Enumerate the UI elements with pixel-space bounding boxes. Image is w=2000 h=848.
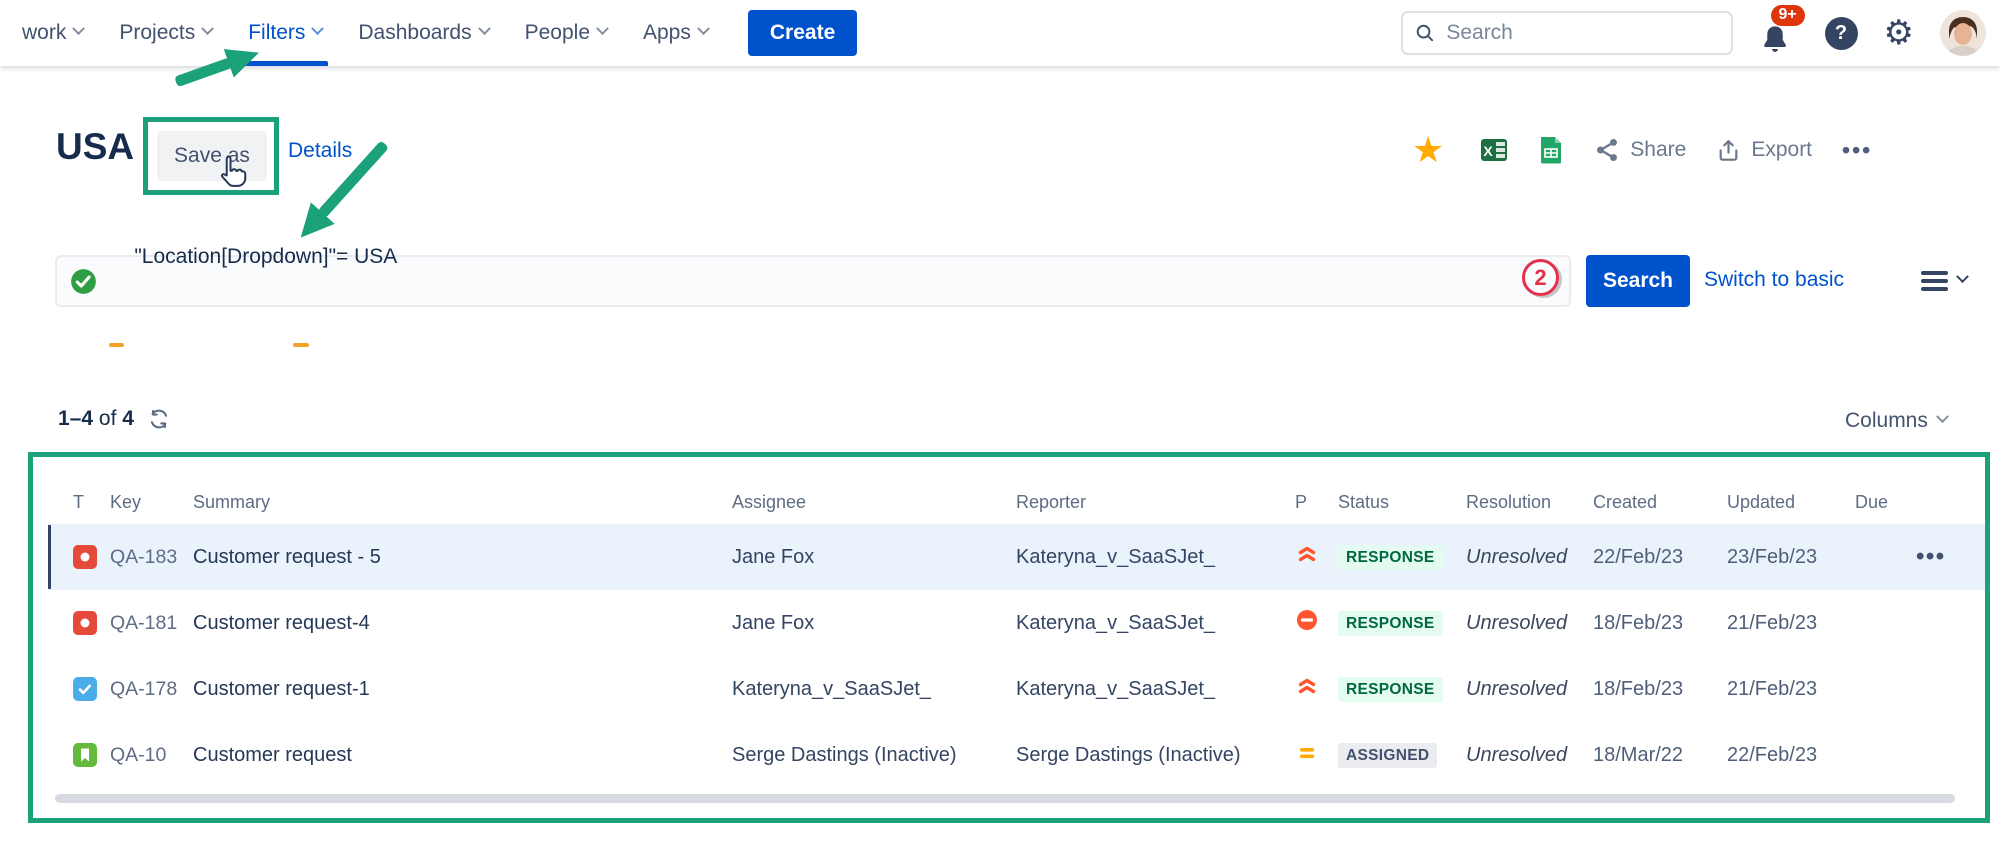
jql-query-input[interactable]: "Location[Dropdown]"= USA xyxy=(55,255,1571,307)
orange-underline-mark xyxy=(109,343,124,348)
google-sheets-icon[interactable] xyxy=(1538,136,1564,164)
details-link[interactable]: Details xyxy=(288,139,352,163)
question-mark-icon: ? xyxy=(1835,22,1847,45)
nav-item-label: work xyxy=(22,21,66,45)
chevron-down-icon xyxy=(1936,410,1949,423)
export-label: Export xyxy=(1751,138,1812,162)
share-label: Share xyxy=(1630,138,1686,162)
search-button[interactable]: Search xyxy=(1586,255,1690,307)
notification-count-badge: 9+ xyxy=(1771,5,1805,26)
chevron-down-icon xyxy=(1956,270,1969,283)
chevron-down-icon xyxy=(596,22,609,35)
settings-gear-button[interactable]: ⚙ xyxy=(1884,16,1914,50)
query-valid-check-icon xyxy=(70,268,97,295)
top-navbar: workProjectsFiltersDashboardsPeopleApps … xyxy=(0,0,2000,66)
favorite-star-icon[interactable]: ★ xyxy=(1412,132,1444,168)
excel-export-icon[interactable]: X xyxy=(1480,136,1508,164)
search-input[interactable] xyxy=(1444,20,1718,46)
nav-item-label: People xyxy=(525,21,590,45)
chevron-down-icon xyxy=(72,22,85,35)
more-actions-button[interactable]: ••• xyxy=(1842,137,1872,164)
refresh-button[interactable] xyxy=(146,406,172,432)
jql-query-text: "Location[Dropdown]"= USA xyxy=(111,221,397,341)
search-icon xyxy=(1415,22,1435,44)
share-button[interactable]: Share xyxy=(1594,137,1686,163)
annotation-circled-number: 2 xyxy=(1522,259,1559,296)
svg-text:X: X xyxy=(1484,143,1494,159)
nav-item-work[interactable]: work xyxy=(4,0,101,66)
export-button[interactable]: Export xyxy=(1716,138,1812,163)
horizontal-scrollbar[interactable] xyxy=(55,794,1955,803)
nav-item-label: Dashboards xyxy=(358,21,471,45)
filter-actions-toolbar: ★ X Share Export ••• xyxy=(1412,132,1872,168)
nav-item-label: Filters xyxy=(248,21,305,45)
refresh-icon xyxy=(146,406,172,432)
nav-menu: work Projects Filters Dashboards People Apps xyxy=(4,0,726,66)
annotation-box-save-as xyxy=(143,117,279,195)
nav-item-projects[interactable]: Projects xyxy=(101,0,230,66)
hamburger-icon xyxy=(1921,271,1948,291)
chevron-down-icon xyxy=(697,22,710,35)
nav-item-label: Projects xyxy=(119,21,195,45)
create-button[interactable]: Create xyxy=(748,10,857,56)
nav-item-label: Apps xyxy=(643,21,691,45)
orange-underline-mark xyxy=(293,343,309,348)
nav-item-people[interactable]: People xyxy=(507,0,625,66)
help-button[interactable]: ? xyxy=(1825,17,1858,50)
navbar-right-cluster: 9+ ? ⚙ xyxy=(1401,10,2000,56)
chevron-down-icon xyxy=(312,22,325,35)
bell-icon xyxy=(1759,23,1791,55)
page-title: USA xyxy=(56,126,134,168)
columns-label: Columns xyxy=(1845,409,1928,433)
chevron-down-icon xyxy=(201,22,214,35)
chevron-down-icon xyxy=(478,22,491,35)
notifications-button[interactable]: 9+ xyxy=(1759,11,1799,55)
share-icon xyxy=(1594,137,1620,163)
export-icon xyxy=(1716,138,1741,163)
nav-item-filters[interactable]: Filters xyxy=(230,0,340,66)
avatar-photo xyxy=(1940,10,1986,56)
columns-dropdown[interactable]: Columns xyxy=(1845,409,1947,433)
user-avatar[interactable] xyxy=(1940,10,1986,56)
mouse-cursor-icon xyxy=(213,152,253,192)
results-count-text: 1–4 of 4 xyxy=(58,407,134,431)
nav-item-apps[interactable]: Apps xyxy=(625,0,726,66)
global-search-box[interactable] xyxy=(1401,11,1733,55)
annotation-box-table xyxy=(28,452,1990,823)
switch-to-basic-link[interactable]: Switch to basic xyxy=(1704,268,1844,292)
view-options-button[interactable] xyxy=(1921,271,1967,291)
nav-item-dashboards[interactable]: Dashboards xyxy=(340,0,506,66)
gear-icon: ⚙ xyxy=(1884,14,1914,52)
results-count-bar: 1–4 of 4 xyxy=(58,406,172,432)
